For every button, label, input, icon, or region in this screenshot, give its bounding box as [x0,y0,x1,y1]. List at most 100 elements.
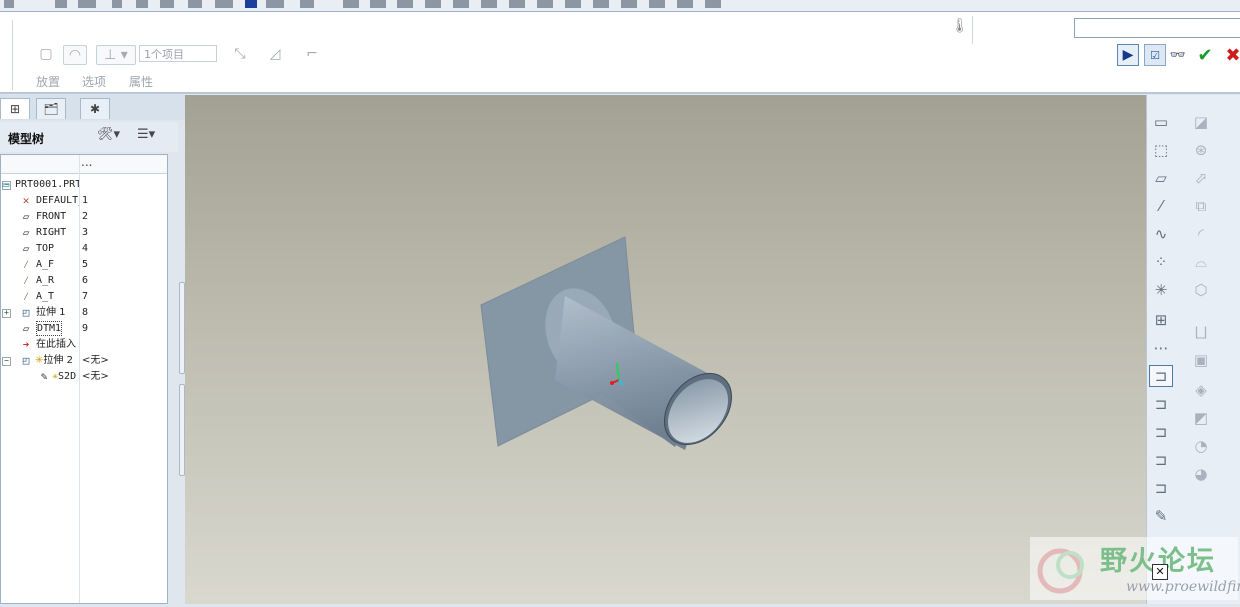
csys-tool-icon[interactable]: ✳ [1149,279,1173,301]
toolbar-icon[interactable] [160,0,174,8]
toolbar-icon[interactable] [705,0,721,8]
play-button[interactable]: ▶ [1117,44,1139,66]
toolbar-icon[interactable] [677,0,693,8]
thicken-icon[interactable]: ⌐ [302,45,322,63]
close-icon[interactable]: ✕ [1152,564,1168,580]
column-options[interactable]: ... [81,155,92,173]
depth-option-icon[interactable]: ⊥ ▾ [96,45,136,65]
collapse-toggle[interactable]: − [2,357,11,366]
sketched-datum-icon[interactable]: ⋯ [1149,337,1173,359]
remove-material-icon[interactable]: ◿ [265,45,285,63]
flip-direction-icon[interactable]: ⤡ [230,45,250,63]
feature-number: 4 [82,243,89,254]
toolbar-icon[interactable] [621,0,637,8]
blend-tool-icon[interactable]: ⊐ [1149,449,1173,471]
shell-icon[interactable]: ⌓ [1189,251,1213,273]
tab-favorites[interactable]: ✱ [80,98,110,119]
toolbar-icon[interactable] [188,0,202,8]
toolbar-icon[interactable] [55,0,67,8]
extrude-tool-icon[interactable]: ⊐ [1149,365,1173,387]
axis-tool-icon[interactable]: ⁄ [1149,195,1173,217]
datum-display-icon[interactable]: ▭ [1149,111,1173,133]
tab-properties[interactable]: 属性 [129,73,153,90]
graphics-viewport[interactable] [185,95,1146,604]
toolbar-icon[interactable] [370,0,386,8]
verify-checkbox-button[interactable]: ☑ [1144,44,1166,66]
toolbar-icon[interactable] [565,0,581,8]
datum-plane-icon: ▱ [22,226,30,239]
toolbar-icon[interactable] [481,0,497,8]
tree-row-csys[interactable]: ✕ DEFAULT_ 1 [1,193,167,209]
tree-row-top[interactable]: ▱ TOP 4 [1,241,167,257]
plane-tool-icon[interactable]: ▱ [1149,167,1173,189]
toolbar-icon[interactable] [537,0,553,8]
tree-row-extrude-1[interactable]: + ◰ 拉伸 1 8 [1,305,167,321]
thermometer-icon[interactable]: 🌡 [951,18,969,38]
toolbar-icon[interactable] [266,0,284,8]
curve-tool-icon[interactable]: ∿ [1149,223,1173,245]
tree-row-insert-here[interactable]: ➔ 在此插入 [1,337,167,353]
tree-row-axis-f[interactable]: ⁄ A_F 5 [1,257,167,273]
toolbar-icon[interactable] [78,0,96,8]
toolbar-icon[interactable] [425,0,441,8]
toolbar-icon[interactable] [453,0,469,8]
thicken-tool-icon[interactable]: ◕ [1189,463,1213,485]
tree-row-right[interactable]: ▱ RIGHT 3 [1,225,167,241]
tree-row-part[interactable]: − ▭ PRT0001.PRT [1,177,167,193]
tree-tools-button[interactable]: 🛠▾ [97,127,127,147]
navigator-splitter[interactable] [178,152,185,604]
tab-model-tree[interactable]: ⊞ [0,98,30,119]
analysis-icon[interactable]: ⊞ [1149,309,1173,331]
model-tree-title: 模型树 [8,132,45,146]
pattern-icon[interactable]: ⨆ [1189,321,1213,343]
revolve-tool-icon[interactable]: ⊐ [1149,393,1173,415]
variable-sweep-icon[interactable]: ⊐ [1149,421,1173,443]
tab-placement[interactable]: 放置 [36,73,60,90]
draft-icon[interactable]: ⬡ [1189,279,1213,301]
tree-row-axis-r[interactable]: ⁄ A_R 6 [1,273,167,289]
toolbar-icon[interactable] [112,0,122,8]
merge-icon[interactable]: ◈ [1189,379,1213,401]
ok-button[interactable]: ✔ [1194,44,1216,66]
toolbar-icon[interactable] [649,0,665,8]
toolbar-icon[interactable] [397,0,413,8]
tree-row-sketch[interactable]: ✎ ✳S2D <无> [1,369,167,385]
tab-options[interactable]: 选项 [82,73,106,90]
tree-item-label: RIGHT [36,227,67,238]
toolbar-icon[interactable] [215,0,233,8]
toolbar-icon[interactable] [245,0,257,8]
solid-icon[interactable]: ▢ [36,45,56,63]
search-input[interactable] [1074,18,1240,38]
toolbar-icon[interactable] [343,0,359,8]
offset-icon[interactable]: ◔ [1189,435,1213,457]
datum-plane-display-icon[interactable]: ⬚ [1149,139,1173,161]
style-tool-icon[interactable]: ⊐ [1149,477,1173,499]
sketch-icon: ✎ [40,370,48,383]
toolbar-icon[interactable] [509,0,525,8]
tree-row-dtm1[interactable]: ▱ DTM1 9 [1,321,167,337]
round-icon[interactable]: ◜ [1189,223,1213,245]
mirror-icon[interactable]: ▣ [1189,349,1213,371]
item-collector-field[interactable]: 1个项目 [139,45,217,62]
toolbar-icon[interactable] [300,0,314,8]
navigator-tabs: ⊞ 🗂 ✱ [0,95,185,120]
tree-show-button[interactable]: ☰▾ [137,127,169,147]
cancel-button[interactable]: ✖ [1222,44,1240,66]
tree-row-axis-t[interactable]: ⁄ A_T 7 [1,289,167,305]
preview-glasses-icon[interactable]: 👓 [1165,44,1191,66]
expand-toggle[interactable]: + [2,309,11,318]
sweep-icon[interactable]: ⬀ [1189,167,1213,189]
trim-icon[interactable]: ◩ [1189,407,1213,429]
point-tool-icon[interactable]: ⁘ [1149,251,1173,273]
toolbar-icon[interactable] [4,0,14,8]
revolve-icon[interactable]: ⊛ [1189,139,1213,161]
toolbar-icon[interactable] [593,0,609,8]
blend-icon[interactable]: ⧉ [1189,195,1213,217]
hole-icon[interactable]: ◪ [1189,111,1213,133]
toolbar-icon[interactable] [136,0,148,8]
edit-tool-icon[interactable]: ✎ [1149,505,1173,527]
tab-folder-browser[interactable]: 🗂 [36,98,66,119]
tree-row-extrude-2[interactable]: − ◰ ✳拉伸 2 <无> [1,353,167,369]
tree-row-front[interactable]: ▱ FRONT 2 [1,209,167,225]
surface-icon[interactable]: ◠ [63,45,87,65]
